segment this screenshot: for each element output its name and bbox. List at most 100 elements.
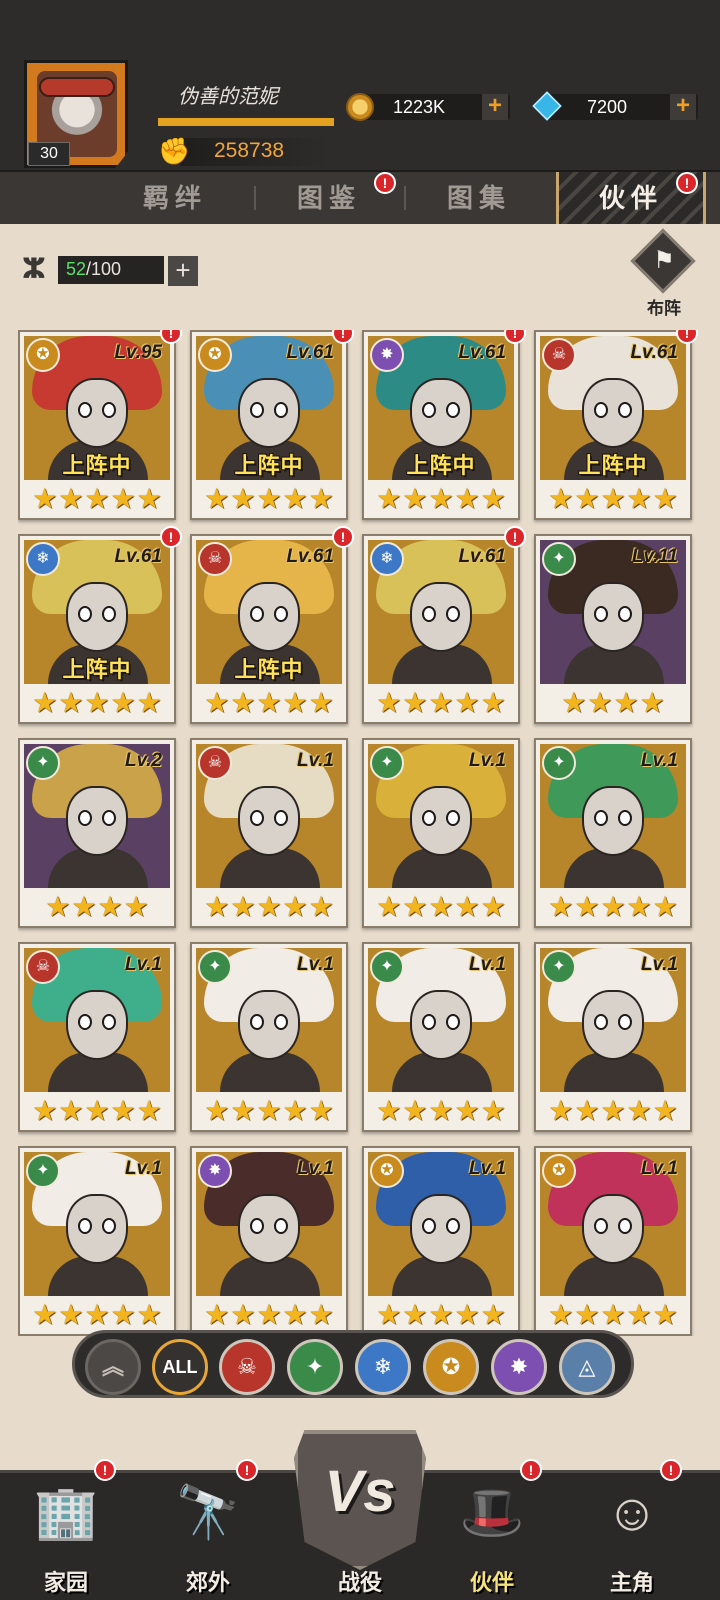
- partner-card[interactable]: ☠ Lv.1 ★ ★ ★ ★ ★: [18, 942, 176, 1132]
- partner-card[interactable]: ✦ Lv.1 ★ ★ ★ ★ ★: [534, 738, 692, 928]
- filter-arcane-button[interactable]: ◬: [559, 1339, 615, 1395]
- portrait-eye: [78, 810, 92, 826]
- star-icon: ★: [428, 687, 454, 718]
- partner-level: Lv.1: [297, 1158, 334, 1179]
- star-rating: ★ ★ ★ ★: [538, 688, 688, 718]
- partner-card[interactable]: ✪ Lv.1 ★ ★ ★ ★ ★: [362, 1146, 520, 1336]
- star-icon: ★: [204, 483, 230, 514]
- portrait-eye: [618, 606, 632, 622]
- partner-card[interactable]: ✸ Lv.61 上阵中 ★ ★ ★ ★ ★!: [362, 330, 526, 520]
- partner-card[interactable]: ☠ Lv.61 上阵中 ★ ★ ★ ★ ★!: [534, 330, 698, 520]
- portrait-eye: [78, 402, 92, 418]
- portrait-eye: [446, 1014, 460, 1030]
- nav-telescope[interactable]: 🔭 郊外!: [148, 1459, 268, 1600]
- ice-faction-icon: ❄: [370, 542, 404, 576]
- star-icon: ★: [428, 1299, 454, 1330]
- capacity-current: 52: [66, 259, 87, 279]
- tab-bonds[interactable]: 羁绊: [100, 172, 250, 224]
- portrait-eye: [102, 606, 116, 622]
- star-icon: ★: [480, 687, 506, 718]
- partner-card[interactable]: ✦ Lv.2 ★ ★ ★ ★: [18, 738, 176, 928]
- star-icon: ★: [110, 483, 136, 514]
- partner-card[interactable]: ✦ Lv.1 ★ ★ ★ ★ ★: [362, 942, 520, 1132]
- void-faction-icon: ✸: [370, 338, 404, 372]
- star-icon: ★: [308, 687, 334, 718]
- star-icon: ★: [652, 483, 678, 514]
- portrait-eye: [618, 1218, 632, 1234]
- portrait-eye: [274, 402, 288, 418]
- portrait-eye: [594, 606, 608, 622]
- partner-card[interactable]: ❄ Lv.61 上阵中 ★ ★ ★ ★ ★!: [18, 526, 182, 724]
- partner-card[interactable]: ☠ Lv.1 ★ ★ ★ ★ ★: [190, 738, 348, 928]
- star-icon: ★: [402, 687, 428, 718]
- portrait-eye: [250, 810, 264, 826]
- portrait-face: [238, 786, 300, 856]
- nature-faction-icon: ✦: [198, 950, 232, 984]
- star-icon: ★: [454, 891, 480, 922]
- nav-label: 主角: [609, 1570, 654, 1595]
- capacity-text: 52/100: [66, 259, 121, 280]
- star-icon: ★: [58, 687, 84, 718]
- filter-nature-button[interactable]: ✦: [287, 1339, 343, 1395]
- partner-card[interactable]: ❄ Lv.61 ★ ★ ★ ★ ★!: [362, 526, 526, 724]
- portrait-eye: [594, 1218, 608, 1234]
- filter-sun-button[interactable]: ✪: [423, 1339, 479, 1395]
- filter-skull-button[interactable]: ☠: [219, 1339, 275, 1395]
- partner-portrait: ✪ Lv.95 上阵中: [24, 336, 170, 480]
- nav-alert-icon: !: [236, 1459, 258, 1481]
- collapse-filter-button[interactable]: ︽: [85, 1339, 141, 1395]
- deployed-label: 上阵中: [406, 453, 476, 478]
- portrait-eye: [78, 606, 92, 622]
- nav-building[interactable]: 🏢 家园!: [6, 1459, 126, 1600]
- partner-card[interactable]: ✦ Lv.1 ★ ★ ★ ★ ★: [534, 942, 692, 1132]
- player-name: 伪善的范妮: [178, 86, 278, 108]
- partner-card[interactable]: ✪ Lv.95 上阵中 ★ ★ ★ ★ ★!: [18, 330, 182, 520]
- skull-faction-icon: ☠: [542, 338, 576, 372]
- filter-void-button[interactable]: ✸: [491, 1339, 547, 1395]
- expand-capacity-button[interactable]: +: [168, 256, 198, 286]
- filter-ice-button[interactable]: ❄: [355, 1339, 411, 1395]
- add-coins-button[interactable]: +: [482, 94, 508, 120]
- coin-value: 1223K: [392, 97, 446, 117]
- partner-card[interactable]: ✦ Lv.11 ★ ★ ★ ★: [534, 534, 692, 724]
- star-icon: ★: [480, 1095, 506, 1126]
- nav-hat[interactable]: 🎩 伙伴!: [432, 1459, 552, 1600]
- portrait-face: [582, 378, 644, 448]
- portrait-eye: [446, 606, 460, 622]
- portrait-eye: [102, 1014, 116, 1030]
- nav-hero[interactable]: ☺ 主角!: [572, 1459, 692, 1600]
- skull-faction-icon: ☠: [26, 950, 60, 984]
- star-rating: ★ ★ ★ ★ ★: [194, 1300, 344, 1330]
- partner-portrait: ✦ Lv.1: [540, 948, 686, 1092]
- partner-level: Lv.1: [297, 750, 334, 771]
- star-icon: ★: [123, 891, 149, 922]
- partner-card[interactable]: ✸ Lv.1 ★ ★ ★ ★ ★: [190, 1146, 348, 1336]
- partner-portrait: ✦ Lv.1: [368, 744, 514, 888]
- coin-counter: 1223K +: [360, 94, 510, 120]
- star-icon: ★: [376, 483, 402, 514]
- tab-gallery[interactable]: 图集: [404, 172, 554, 224]
- partner-card[interactable]: ☠ Lv.61 上阵中 ★ ★ ★ ★ ★!: [190, 526, 354, 724]
- partner-portrait: ✦ Lv.11: [540, 540, 686, 684]
- nature-faction-icon: ✦: [26, 746, 60, 780]
- star-rating: ★ ★ ★ ★ ★: [22, 688, 172, 718]
- add-gems-button[interactable]: +: [670, 94, 696, 120]
- partner-card[interactable]: ✦ Lv.1 ★ ★ ★ ★ ★: [18, 1146, 176, 1336]
- star-icon: ★: [574, 1095, 600, 1126]
- partner-level: Lv.1: [125, 954, 162, 975]
- star-icon: ★: [230, 1095, 256, 1126]
- formation-button[interactable]: ⚑ 布阵: [626, 228, 702, 318]
- partner-card[interactable]: ✪ Lv.1 ★ ★ ★ ★ ★: [534, 1146, 692, 1336]
- star-icon: ★: [574, 1299, 600, 1330]
- codex-alert-icon: !: [374, 172, 396, 194]
- star-icon: ★: [548, 483, 574, 514]
- portrait-face: [238, 990, 300, 1060]
- partner-card[interactable]: ✪ Lv.61 上阵中 ★ ★ ★ ★ ★!: [190, 330, 354, 520]
- partner-card[interactable]: ✦ Lv.1 ★ ★ ★ ★ ★: [362, 738, 520, 928]
- star-rating: ★ ★ ★ ★ ★: [22, 1096, 172, 1126]
- void-faction-icon: ✸: [198, 1154, 232, 1188]
- partner-card[interactable]: ✦ Lv.1 ★ ★ ★ ★ ★: [190, 942, 348, 1132]
- star-icon: ★: [204, 891, 230, 922]
- star-icon: ★: [548, 891, 574, 922]
- filter-all-button[interactable]: ALL: [152, 1339, 208, 1395]
